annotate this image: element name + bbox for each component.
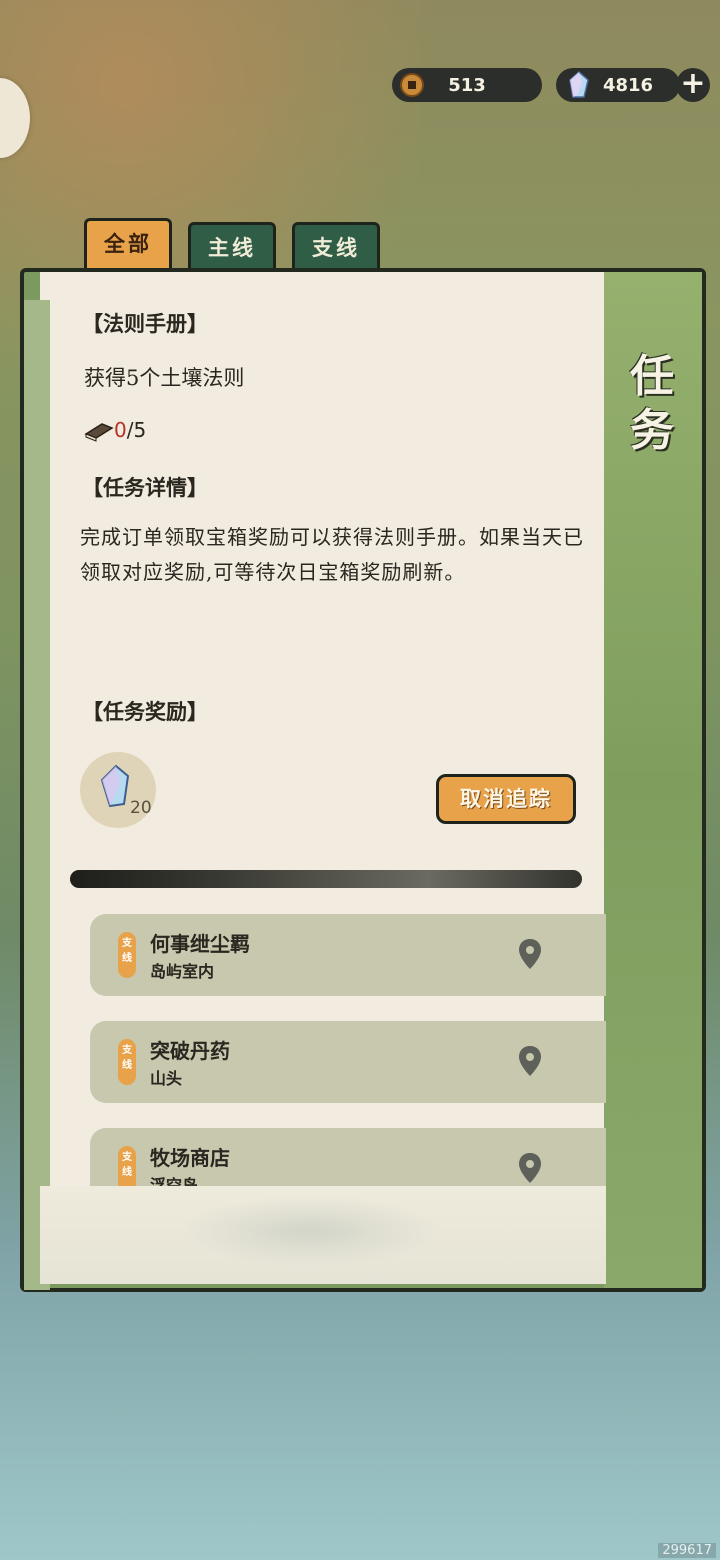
- quest-details: 完成订单领取宝箱奖励可以获得法则手册。如果当天已领取对应奖励,可等待次日宝箱奖励…: [80, 525, 584, 584]
- progress-total: /5: [126, 418, 147, 442]
- location-pin-icon[interactable]: [518, 1045, 542, 1081]
- quest-item-location: 浮空岛: [150, 1176, 199, 1186]
- progress-current: 0: [114, 418, 127, 442]
- quest-objective: 获得5个土壤法则: [84, 366, 245, 390]
- quest-list-item[interactable]: 支线 突破丹药 山头: [90, 1021, 606, 1103]
- quest-item-name: 牧场商店: [150, 1146, 230, 1170]
- quest-name: 【法则手册】: [82, 311, 208, 336]
- reward-count: 20: [130, 798, 152, 818]
- quest-item-location: 山头: [150, 1069, 183, 1088]
- gem-counter: 4816: [556, 68, 680, 102]
- coin-amount: 513: [448, 74, 486, 96]
- ink-divider: [70, 870, 582, 888]
- quest-list: 支线 何事绁尘羁 岛屿室内 支线 突破丹药 山头 支线 牧场商店 浮空岛: [40, 900, 606, 1186]
- quest-list-item[interactable]: 支线 牧场商店 浮空岛: [90, 1128, 606, 1186]
- quest-list-item[interactable]: 支线 何事绁尘羁 岛屿室内: [90, 914, 606, 996]
- tab-side[interactable]: 支线: [292, 222, 380, 272]
- quest-progress: 0/5: [114, 418, 146, 442]
- panel-title: 任务: [630, 351, 674, 456]
- quest-item-location: 岛屿室内: [150, 962, 215, 981]
- book-icon: [84, 420, 114, 446]
- quest-type-tag: 支线: [118, 1039, 136, 1085]
- tab-all[interactable]: 全部: [84, 218, 172, 274]
- quest-item-name: 何事绁尘羁: [150, 932, 250, 956]
- gem-amount: 4816: [602, 74, 654, 96]
- quest-type-tag: 支线: [118, 1146, 136, 1186]
- scroll-bottom-mist: [40, 1186, 606, 1284]
- rewards-header: 【任务奖励】: [82, 699, 208, 724]
- cancel-tracking-button[interactable]: 取消追踪: [436, 774, 576, 824]
- tab-main[interactable]: 主线: [188, 222, 276, 272]
- quest-item-name: 突破丹药: [150, 1039, 230, 1063]
- details-header: 【任务详情】: [82, 475, 208, 500]
- watermark: 299617: [658, 1543, 716, 1558]
- location-pin-icon[interactable]: [518, 938, 542, 974]
- quest-type-tag: 支线: [118, 932, 136, 978]
- coin-counter: 513: [392, 68, 542, 102]
- add-currency-button[interactable]: +: [676, 68, 710, 102]
- location-pin-icon[interactable]: [518, 1152, 542, 1186]
- plus-icon: +: [680, 66, 706, 101]
